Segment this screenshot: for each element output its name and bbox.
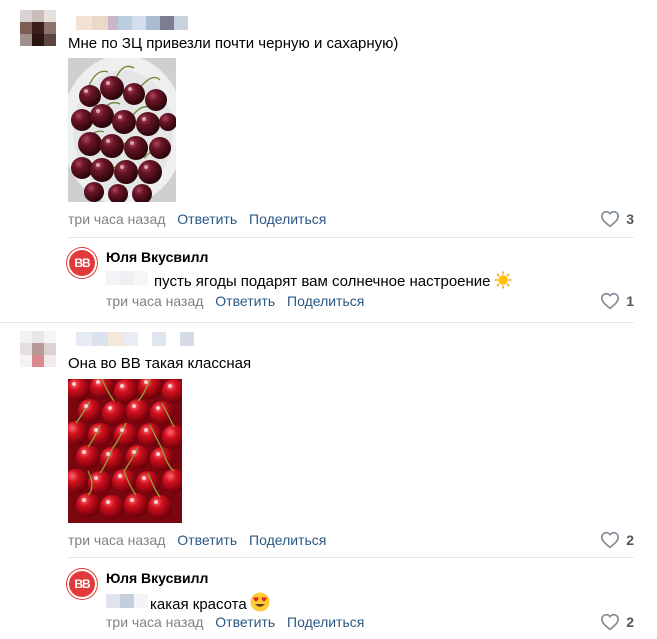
author-name-blurred[interactable] [76,332,194,346]
dark-cherries-image [68,58,176,202]
reply-link[interactable]: Ответить [215,293,275,309]
red-cherries-photo[interactable] [68,379,182,523]
sun-emoji [494,271,512,294]
heart-icon [601,210,620,228]
divider [68,557,634,558]
like-button[interactable]: 2 [600,613,634,631]
heart-icon [601,292,620,310]
share-link[interactable]: Поделиться [249,211,326,227]
avatar[interactable] [20,10,56,46]
author-name-blurred[interactable] [76,16,188,30]
comment-text: Мне по ЗЦ привезли почти черную и сахарн… [68,35,399,52]
like-count: 2 [626,532,634,548]
reply-author[interactable]: Юля Вкусвилл [106,249,208,266]
share-link[interactable]: Поделиться [287,293,364,309]
reply-link[interactable]: Ответить [215,614,275,630]
red-cherries-image [68,379,182,523]
comment-text: Она во ВВ такая классная [68,355,252,372]
brand-avatar[interactable]: ВВ [67,248,97,278]
heart-icon [601,613,620,631]
avatar[interactable] [20,331,56,367]
reply-text: пусть ягоды подарят вам солнечное настро… [154,271,512,294]
reply-time[interactable]: три часа назад [106,614,203,630]
divider [0,322,634,323]
like-button[interactable]: 1 [600,292,634,310]
like-count: 1 [626,293,634,309]
like-button[interactable]: 3 [600,210,634,228]
reply-link[interactable]: Ответить [177,532,237,548]
reply-link[interactable]: Ответить [177,211,237,227]
heart-icon [601,531,620,549]
mention-blurred[interactable] [106,271,148,285]
reply-author[interactable]: Юля Вкусвилл [106,570,208,587]
dark-cherries-photo[interactable] [68,58,176,202]
brand-avatar[interactable]: ВВ [67,569,97,599]
comment-time[interactable]: три часа назад [68,532,165,548]
reply-meta: три часа назад Ответить Поделиться [106,614,364,631]
like-button[interactable]: 2 [600,531,634,549]
reply-meta: три часа назад Ответить Поделиться [106,293,364,310]
comment-time[interactable]: три часа назад [68,211,165,227]
comment-meta: три часа назад Ответить Поделиться [68,211,326,228]
divider [68,237,634,238]
like-count: 3 [626,211,634,227]
like-count: 2 [626,614,634,630]
mention-blurred[interactable] [106,594,148,608]
comment-meta: три часа назад Ответить Поделиться [68,532,326,549]
share-link[interactable]: Поделиться [249,532,326,548]
share-link[interactable]: Поделиться [287,614,364,630]
reply-time[interactable]: три часа назад [106,293,203,309]
